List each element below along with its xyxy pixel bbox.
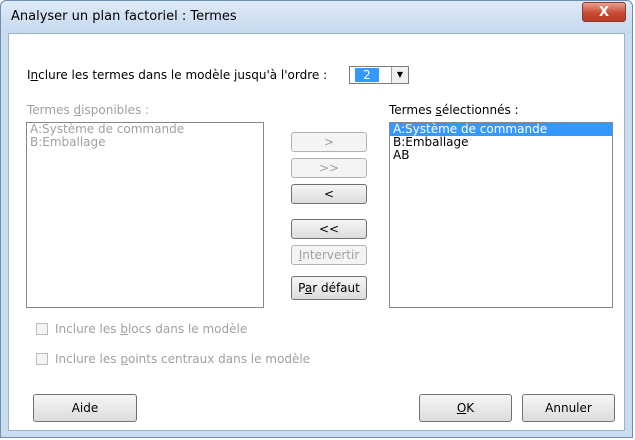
order-label: Inclure les termes dans le modèle jusqu'… — [27, 68, 328, 82]
default-button[interactable]: Par défaut — [291, 276, 367, 300]
dialog-title: Analyser un plan factoriel : Termes — [11, 9, 237, 24]
interchange-button[interactable]: Intervertir — [291, 245, 367, 265]
ok-button[interactable]: OK — [419, 394, 512, 422]
remove-term-button[interactable]: < — [291, 184, 367, 204]
include-center-points-checkbox[interactable] — [36, 353, 48, 365]
list-item[interactable]: B:Emballage — [27, 136, 263, 149]
include-center-points-label: Inclure les points centraux dans le modè… — [55, 352, 311, 366]
available-terms-label: Termes disponibles : — [27, 103, 150, 117]
include-blocks-checkbox[interactable] — [36, 323, 48, 335]
cancel-button[interactable]: Annuler — [522, 394, 615, 422]
close-button[interactable]: X — [582, 2, 626, 22]
dialog-body: Inclure les termes dans le modèle jusqu'… — [8, 33, 625, 431]
chevron-down-icon[interactable]: ▼ — [391, 67, 408, 83]
include-blocks-label: Inclure les blocs dans le modèle — [55, 322, 248, 336]
list-item[interactable]: B:Emballage — [390, 136, 612, 149]
selected-terms-label: Termes sélectionnés : — [389, 103, 519, 117]
remove-all-terms-button[interactable]: << — [291, 219, 367, 239]
add-term-button[interactable]: > — [291, 132, 367, 152]
order-value: 2 — [355, 68, 379, 82]
available-terms-list[interactable]: A:Système de commande B:Emballage — [26, 122, 264, 308]
list-item[interactable]: AB — [390, 149, 612, 162]
dialog-window: Analyser un plan factoriel : Termes X In… — [0, 0, 633, 438]
order-dropdown[interactable]: 2 ▼ — [349, 66, 409, 84]
add-all-terms-button[interactable]: >> — [291, 158, 367, 178]
title-bar[interactable]: Analyser un plan factoriel : Termes X — [1, 1, 632, 33]
close-icon: X — [598, 5, 610, 20]
selected-terms-list[interactable]: A:Système de commande B:Emballage AB — [389, 122, 613, 308]
help-button[interactable]: Aide — [33, 394, 137, 422]
